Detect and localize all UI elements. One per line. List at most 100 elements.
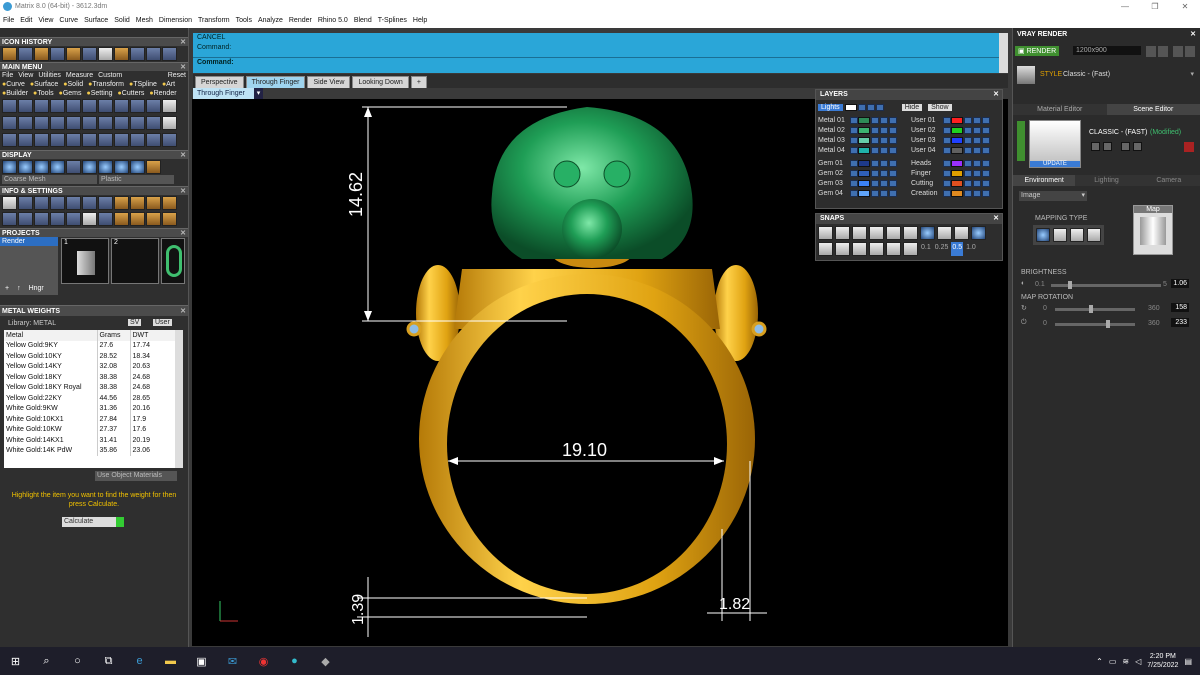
- history-tool-icon[interactable]: [82, 47, 97, 61]
- menu-surface[interactable]: Surface: [81, 17, 111, 24]
- history-tool-icon[interactable]: [66, 47, 81, 61]
- layer-toggle-button[interactable]: [973, 116, 981, 124]
- table-row[interactable]: Yellow Gold:9KY 27.6 17.74: [4, 340, 183, 351]
- layer-row[interactable]: Cutting: [909, 178, 1002, 188]
- info-tool-icon[interactable]: [50, 196, 65, 210]
- minimize-button[interactable]: —: [1110, 2, 1140, 11]
- tool-icon[interactable]: [66, 116, 81, 130]
- tool-icon[interactable]: [146, 133, 161, 147]
- sphere-mapping-icon[interactable]: [1087, 228, 1101, 242]
- layer-toggle-button[interactable]: [871, 159, 879, 167]
- layer-toggle-button[interactable]: [871, 189, 879, 197]
- layer-select-button[interactable]: [943, 169, 951, 177]
- paste-icon[interactable]: [1133, 142, 1142, 151]
- command-scrollbar[interactable]: [999, 33, 1008, 73]
- tool-icon[interactable]: [18, 133, 33, 147]
- layer-select-button[interactable]: [850, 116, 858, 124]
- layer-toggle-button[interactable]: [889, 189, 897, 197]
- tool-icon[interactable]: [50, 133, 65, 147]
- info-tool-icon[interactable]: [130, 196, 145, 210]
- layer-row[interactable]: User 04: [909, 145, 1002, 155]
- layer-toggle-button[interactable]: [973, 189, 981, 197]
- snap-quad-icon[interactable]: [954, 226, 969, 240]
- menu-blend[interactable]: Blend: [351, 17, 375, 24]
- brightness-slider[interactable]: [1051, 281, 1161, 289]
- tool-icon[interactable]: [50, 116, 65, 130]
- tab-side-view[interactable]: Side View: [307, 76, 351, 88]
- tool-icon[interactable]: [130, 133, 145, 147]
- info-tool-icon[interactable]: [2, 212, 17, 226]
- file-explorer-icon[interactable]: ▬: [155, 647, 186, 675]
- preset-thumbnail[interactable]: UPDATE: [1029, 120, 1081, 168]
- layer-toggle-button[interactable]: [889, 126, 897, 134]
- layer-toggle-button[interactable]: [889, 136, 897, 144]
- layer-toggle-button[interactable]: [982, 179, 990, 187]
- info-tool-icon[interactable]: [162, 212, 177, 226]
- table-row[interactable]: Yellow Gold:10KY 28.52 18.34: [4, 351, 183, 362]
- layer-row[interactable]: User 03: [909, 135, 1002, 145]
- layer-toggle-button[interactable]: [880, 116, 888, 124]
- lights-layer[interactable]: Lights: [818, 103, 843, 111]
- up-button[interactable]: ↑: [14, 285, 24, 292]
- snap-cen-icon[interactable]: [886, 226, 901, 240]
- info-tool-icon[interactable]: [50, 212, 65, 226]
- tool-icon[interactable]: [82, 99, 97, 113]
- info-tool-icon[interactable]: [98, 196, 113, 210]
- planar-icon[interactable]: [852, 242, 867, 256]
- material-icon[interactable]: [98, 160, 113, 174]
- menu-transform[interactable]: Transform: [195, 17, 233, 24]
- clock[interactable]: 2:20 PM 7/25/2022: [1147, 652, 1178, 670]
- table-row[interactable]: Yellow Gold:18KY Royal 38.38 24.68: [4, 382, 183, 393]
- layer-select-button[interactable]: [850, 136, 858, 144]
- layer-toggle-button[interactable]: [871, 146, 879, 154]
- layer-row[interactable]: Creation: [909, 188, 1002, 198]
- table-row[interactable]: White Gold:14K PdW 35.86 23.06: [4, 445, 183, 456]
- tray-expand-icon[interactable]: ⌃: [1096, 657, 1103, 666]
- layer-toggle-button[interactable]: [982, 136, 990, 144]
- project-thumbnail[interactable]: 1: [61, 238, 109, 284]
- layer-color-swatch[interactable]: [951, 179, 963, 187]
- info-tool-icon[interactable]: [146, 212, 161, 226]
- info-tool-icon[interactable]: [114, 196, 129, 210]
- snap-value[interactable]: 0.1: [920, 242, 932, 256]
- table-row[interactable]: White Gold:10KW 27.37 17.6: [4, 424, 183, 435]
- gumball-icon[interactable]: [903, 242, 918, 256]
- table-row[interactable]: White Gold:14KX1 31.41 20.19: [4, 435, 183, 446]
- snap-value[interactable]: 1.0: [965, 242, 977, 256]
- layer-toggle-button[interactable]: [982, 116, 990, 124]
- metal-column-header[interactable]: Metal: [4, 330, 98, 341]
- material-icon[interactable]: [130, 160, 145, 174]
- ghost-view-icon[interactable]: [66, 160, 81, 174]
- history-tool-icon[interactable]: [130, 47, 145, 61]
- mail-icon[interactable]: ✉: [217, 647, 248, 675]
- info-tool-icon[interactable]: [82, 212, 97, 226]
- brightness-value[interactable]: 1.06: [1171, 279, 1189, 288]
- project-thumbnail[interactable]: [161, 238, 185, 284]
- history-tool-icon[interactable]: [162, 47, 177, 61]
- ortho-icon[interactable]: [835, 242, 850, 256]
- snap-mid-icon[interactable]: [869, 226, 884, 240]
- rotation-slider-1[interactable]: [1055, 305, 1135, 313]
- cortana-icon[interactable]: ○: [62, 647, 93, 675]
- main-menu-transform[interactable]: ●Transform: [88, 80, 124, 89]
- layer-row[interactable]: Metal 01: [816, 115, 909, 125]
- shaded-view-icon[interactable]: [2, 160, 17, 174]
- history-tool-icon[interactable]: [50, 47, 65, 61]
- layer-color-swatch[interactable]: [858, 146, 870, 154]
- tab-camera[interactable]: Camera: [1137, 175, 1200, 186]
- info-tool-icon[interactable]: [66, 196, 81, 210]
- info-tool-icon[interactable]: [34, 196, 49, 210]
- tool-icon[interactable]: [82, 133, 97, 147]
- layer-toggle-button[interactable]: [880, 169, 888, 177]
- menu-rhino[interactable]: Rhino 5.0: [315, 17, 351, 24]
- tool-icon[interactable]: [18, 99, 33, 113]
- save-icon[interactable]: [1091, 142, 1100, 151]
- layer-color-swatch[interactable]: [858, 189, 870, 197]
- tool-icon[interactable]: [18, 116, 33, 130]
- menu-render[interactable]: Render: [286, 17, 315, 24]
- info-tool-icon[interactable]: [98, 212, 113, 226]
- add-project-button[interactable]: +: [2, 285, 13, 292]
- layer-select-button[interactable]: [943, 126, 951, 134]
- store-icon[interactable]: ▣: [186, 647, 217, 675]
- show-button[interactable]: Show: [928, 103, 952, 111]
